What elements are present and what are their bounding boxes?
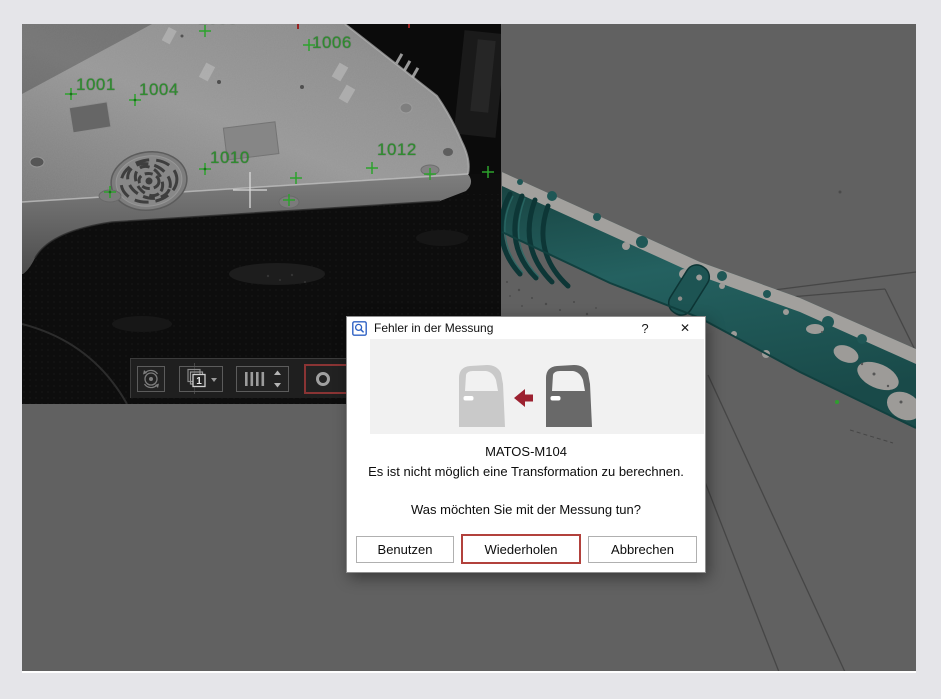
question-text: Was möchten Sie mit der Messung tun? (410, 502, 641, 517)
dialog-title: Fehler in der Messung (374, 321, 494, 335)
dialog-button-row: Benutzen Wiederholen Abbrechen (356, 534, 699, 564)
spinner-up-icon (274, 370, 281, 375)
marker-label: 1010 (210, 148, 250, 167)
dialog-titlebar[interactable]: Fehler in der Messung ? ✕ (347, 317, 705, 339)
image-stack-button[interactable]: 1 (179, 366, 223, 392)
target-rotation-icon (143, 369, 159, 389)
exposure-bars-icon (245, 370, 281, 388)
marker-label: 1012 (377, 140, 417, 159)
error-message: Es ist nicht möglich eine Transformation… (368, 464, 684, 479)
device-name: MATOS-M104 (485, 444, 567, 459)
marker-label-clipped: 1008 (198, 24, 238, 27)
arrow-left-icon (514, 389, 533, 407)
door-alignment-illustration (459, 365, 592, 427)
marker-label: 1006 (312, 33, 352, 52)
app-window: 1001 1004 1008 1006 1010 1012 (22, 24, 916, 673)
error-dialog: Fehler in der Messung ? ✕ MATOS-M104 Es … (346, 316, 706, 573)
retry-button[interactable]: Wiederholen (461, 534, 581, 564)
marker-label: 1004 (139, 80, 179, 99)
target-rotation-button[interactable] (137, 366, 165, 392)
door-dark-icon (546, 365, 592, 427)
svg-text:1: 1 (196, 376, 202, 387)
help-button[interactable]: ? (625, 317, 665, 339)
use-button[interactable]: Benutzen (356, 535, 454, 563)
image-stack-icon: 1 (187, 368, 217, 388)
scan-point-green (835, 400, 839, 404)
spinner-down-icon (274, 383, 281, 388)
screenshot-frame: 1001 1004 1008 1006 1010 1012 (0, 0, 941, 699)
close-icon[interactable]: ✕ (665, 317, 705, 339)
dialog-illustration (370, 339, 704, 434)
exposure-bars-stepper[interactable] (236, 366, 289, 392)
door-light-icon (459, 365, 505, 427)
record-circle-icon (316, 372, 330, 386)
cancel-button[interactable]: Abbrechen (588, 535, 697, 563)
magnifier-app-icon (352, 320, 367, 336)
chevron-down-icon (211, 378, 217, 382)
marker-label: 1001 (76, 75, 116, 94)
